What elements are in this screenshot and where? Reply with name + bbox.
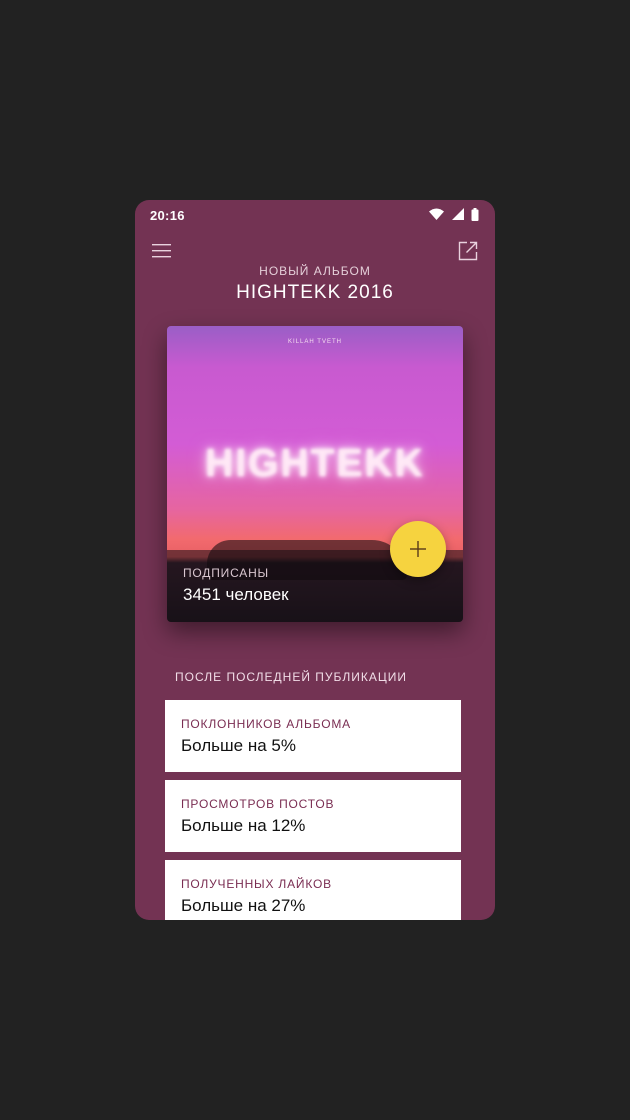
share-icon [458,241,478,261]
stat-value: Больше на 27% [181,896,306,915]
album-title: HIGHTEKK 2016 [236,282,394,303]
stats-section-title: ПОСЛЕ ПОСЛЕДНЕЙ ПУБЛИКАЦИИ [175,670,408,684]
stat-value: Больше на 12% [181,816,306,835]
stat-label: ПОКЛОННИКОВ АЛЬБОМА [181,717,351,731]
menu-button[interactable] [152,243,172,259]
status-time: 20:16 [150,208,185,223]
cover-title-text: HIGHTEKK [205,442,425,485]
stat-label: ПОЛУЧЕННЫХ ЛАЙКОВ [181,877,332,891]
plus-icon [410,541,426,557]
album-subtitle: НОВЫЙ АЛЬБОМ [259,264,371,278]
phone-screen: 20:16 НОВЫЙ АЛЬБОМ HIGHTEKK 2016 KILLAH … [135,200,495,920]
subscribers-label: ПОДПИСАНЫ [183,566,269,580]
stat-label: ПРОСМОТРОВ ПОСТОВ [181,797,335,811]
wifi-icon [429,208,445,220]
menu-icon [152,244,171,258]
signal-icon [451,208,464,220]
stat-card[interactable]: ПРОСМОТРОВ ПОСТОВ Больше на 12% [165,780,461,852]
cover-artist-text: KILLAH TVETH [288,339,342,345]
subscribers-count: 3451 человек [183,585,289,604]
stat-card[interactable]: ПОКЛОННИКОВ АЛЬБОМА Больше на 5% [165,700,461,772]
stat-value: Больше на 5% [181,736,296,755]
album-card[interactable]: KILLAH TVETH HIGHTEKK ПОДПИСАНЫ 3451 чел… [167,326,463,622]
battery-icon [471,208,479,221]
stat-card[interactable]: ПОЛУЧЕННЫХ ЛАЙКОВ Больше на 27% [165,860,461,920]
share-button[interactable] [458,241,478,261]
status-bar: 20:16 [135,200,495,230]
status-icons [426,208,479,222]
add-button[interactable] [390,521,446,577]
